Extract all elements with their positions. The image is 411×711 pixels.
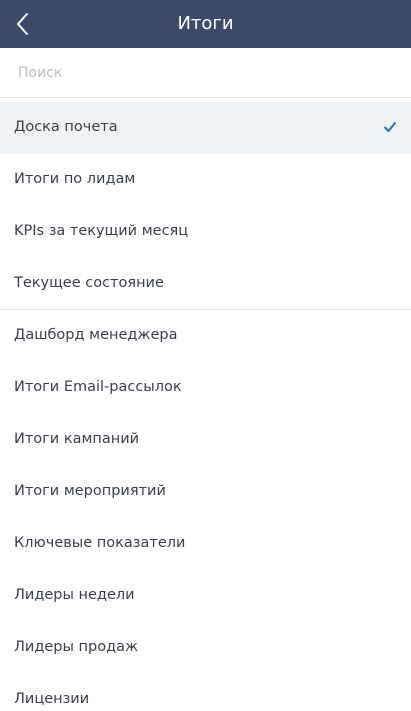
list-item[interactable]: Ключевые показатели — [0, 518, 411, 570]
list-item[interactable]: Дашборд менеджера — [0, 310, 411, 362]
list-item[interactable]: Итоги Email-рассылок — [0, 362, 411, 414]
list-item-label: Итоги мероприятий — [14, 483, 166, 499]
checkmark-icon — [383, 120, 397, 134]
list-item-label: Лидеры недели — [14, 587, 135, 603]
search-input[interactable] — [18, 48, 388, 97]
list-item[interactable]: Лидеры недели — [0, 570, 411, 622]
report-list: Доска почета Итоги по лидам KPIs за теку… — [0, 102, 411, 711]
header-bar: Итоги — [0, 0, 411, 48]
list-item[interactable]: Итоги по лидам — [0, 154, 411, 206]
list-item[interactable]: Итоги кампаний — [0, 414, 411, 466]
app-screen: Итоги Доска почета Итоги по лидам KPIs з… — [0, 0, 411, 711]
list-item-label: Итоги кампаний — [14, 431, 140, 447]
list-item[interactable]: KPIs за текущий месяц — [0, 206, 411, 258]
list-item-label: Дашборд менеджера — [14, 327, 178, 343]
list-item-label: Лицензии — [14, 691, 90, 707]
back-button[interactable] — [0, 0, 44, 48]
chevron-left-icon — [15, 12, 29, 36]
list-item-label: Итоги Email-рассылок — [14, 379, 182, 395]
list-item-label: Доска почета — [14, 119, 118, 135]
list-item-label: Лидеры продаж — [14, 639, 139, 655]
list-item-label: Итоги по лидам — [14, 171, 136, 187]
list-item-label: KPIs за текущий месяц — [14, 223, 189, 239]
list-item[interactable]: Лицензии — [0, 674, 411, 711]
list-item-label: Текущее состояние — [14, 275, 164, 291]
list-item[interactable]: Текущее состояние — [0, 258, 411, 310]
page-title: Итоги — [177, 13, 234, 34]
list-item[interactable]: Итоги мероприятий — [0, 466, 411, 518]
list-item[interactable]: Лидеры продаж — [0, 622, 411, 674]
list-item-selected[interactable]: Доска почета — [0, 102, 411, 154]
search-bar — [0, 48, 411, 98]
list-item-label: Ключевые показатели — [14, 535, 186, 551]
